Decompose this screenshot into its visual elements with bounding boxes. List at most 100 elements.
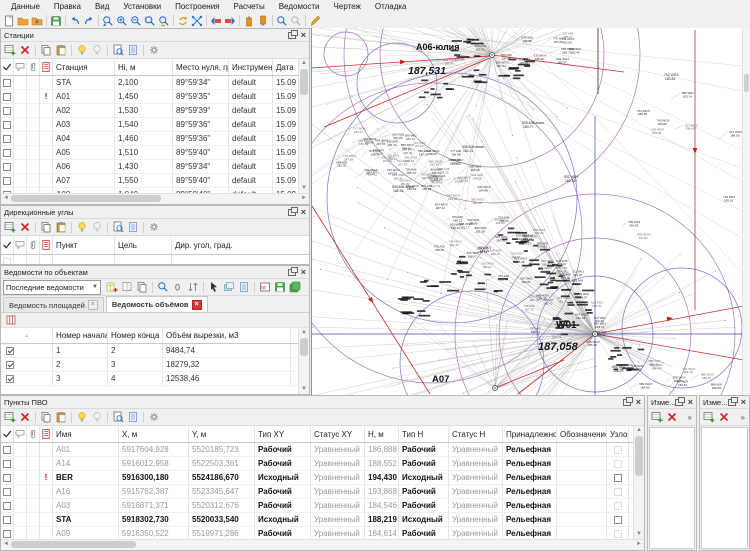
add-row-icon[interactable] (3, 411, 17, 424)
checkbox[interactable] (6, 361, 14, 369)
open-folder-icon[interactable] (16, 14, 30, 27)
row-checkbox[interactable] (1, 146, 14, 159)
menu-item-установки[interactable]: Установки (116, 2, 168, 11)
row-checkbox[interactable] (1, 499, 14, 512)
menu-item-вид[interactable]: Вид (88, 2, 116, 11)
column-header[interactable]: Принадлежность (503, 426, 557, 442)
add-row-icon[interactable] (3, 44, 17, 57)
column-header[interactable]: Тип XY (255, 426, 311, 442)
search-icon[interactable] (275, 14, 289, 27)
table-add-icon[interactable] (105, 281, 119, 294)
checkbox[interactable] (3, 446, 11, 454)
tab-close-icon[interactable]: × (88, 300, 98, 310)
row-checkbox[interactable] (1, 76, 14, 89)
table-row-empty[interactable] (1, 255, 309, 264)
zoom-prev-icon[interactable] (157, 14, 171, 27)
column-header[interactable]: H, м (365, 426, 399, 442)
table-row[interactable]: A035916871,3715520312,676РабочийУравненн… (1, 499, 633, 513)
copy-icon[interactable] (135, 281, 149, 294)
node-checkbox[interactable] (614, 488, 622, 496)
map-vscroll[interactable] (742, 28, 750, 395)
point-node[interactable] (607, 485, 629, 498)
table-row[interactable]: A095916350,5225519971,286РабочийУравненн… (1, 527, 633, 539)
column-header[interactable]: Станция (53, 59, 115, 75)
checkbox[interactable] (3, 107, 11, 115)
table-row[interactable]: STA2,10089°59'34"default15.09 (1, 76, 298, 90)
row-checkbox[interactable] (1, 255, 14, 264)
row-checkbox[interactable] (1, 90, 14, 103)
settings-icon[interactable] (147, 221, 161, 234)
zoom-pointer-icon[interactable] (101, 14, 115, 27)
point-node[interactable] (607, 443, 629, 456)
column-header[interactable]: Статус H (449, 426, 503, 442)
bulb-off-icon[interactable] (90, 221, 104, 234)
column-header[interactable]: Цель (115, 236, 172, 254)
column-header[interactable]: Пункт (53, 236, 115, 254)
points-hscroll[interactable]: ◄► (1, 539, 644, 550)
search-dim-icon[interactable] (289, 14, 303, 27)
sheets-dropdown[interactable]: Последние ведомости ▼ (3, 280, 101, 295)
notes-icon[interactable] (126, 44, 140, 57)
row-checkbox[interactable] (1, 457, 14, 470)
row-checkbox[interactable] (1, 160, 14, 173)
column-header[interactable]: Hi, м (115, 59, 173, 75)
bulb-off-icon[interactable] (90, 411, 104, 424)
column-header[interactable]: Тип H (399, 426, 449, 442)
tab-active[interactable]: Ведомость объёмов× (106, 296, 208, 312)
points-vscroll[interactable]: ▲▼ (633, 426, 644, 539)
save-icon[interactable] (273, 281, 287, 294)
bulb-on-icon[interactable] (75, 44, 89, 57)
table-row[interactable]: A015917604,9285520185,723РабочийУравненн… (1, 443, 633, 457)
node-checkbox[interactable] (614, 446, 622, 454)
tab-close-icon[interactable]: × (192, 300, 202, 310)
zero-icon[interactable]: 0 (171, 281, 185, 294)
row-checkbox[interactable] (1, 527, 14, 539)
point-node[interactable] (607, 513, 629, 526)
check-cell[interactable] (1, 358, 53, 371)
add-row-icon[interactable] (702, 411, 716, 424)
column-header[interactable]: Место нуля, град (173, 59, 229, 75)
column-header[interactable]: Статус XY (311, 426, 365, 442)
zoom-window-icon[interactable] (143, 14, 157, 27)
menu-item-построения[interactable]: Построения (168, 2, 226, 11)
preview-icon[interactable] (111, 221, 125, 234)
menu-item-расчеты[interactable]: Расчеты (227, 2, 272, 11)
check-cell[interactable] (1, 344, 53, 357)
table-row[interactable]: A145916012,9585522503,361РабочийУравненн… (1, 457, 633, 471)
pointer-icon[interactable] (207, 281, 221, 294)
tab-inactive[interactable]: Ведомость площадей× (3, 297, 104, 312)
map-view[interactable]: A06-юлия187,531W01187,058A07727 W01188.7… (311, 28, 750, 395)
delete-icon[interactable] (18, 221, 32, 234)
float-panel-icon[interactable] (675, 399, 682, 406)
node-checkbox[interactable] (614, 474, 622, 482)
refresh-icon[interactable] (176, 14, 190, 27)
next-icon[interactable] (223, 14, 237, 27)
close-panel-icon[interactable]: × (301, 268, 306, 277)
stations-vscroll[interactable]: ▲▼ (298, 59, 309, 193)
column-header[interactable]: Дир. угол, град. (172, 236, 309, 254)
table-row[interactable]: A071,55089°59'40"default15.09 (1, 174, 298, 188)
column-header[interactable]: Дата (273, 59, 298, 75)
delete-icon[interactable] (18, 411, 32, 424)
copy-icon[interactable] (39, 44, 53, 57)
edit-icon[interactable] (308, 14, 322, 27)
table-row[interactable]: 2318279,32 (1, 358, 298, 372)
column-header[interactable]: Y, м (189, 426, 255, 442)
column-header[interactable]: Имя (53, 426, 119, 442)
column-header[interactable]: Объём вырезки, м3 (163, 328, 291, 343)
table-row[interactable]: STA5918302,7305520033,540ИсходныйУравнен… (1, 513, 633, 527)
menu-item-правка[interactable]: Правка (47, 2, 88, 11)
menu-item-чертеж[interactable]: Чертеж (327, 2, 368, 11)
column-header[interactable]: X, м (119, 426, 189, 442)
checkbox[interactable] (3, 149, 11, 157)
table-row[interactable]: A041,46089°59'36"default15.09 (1, 132, 298, 146)
checkbox[interactable] (3, 79, 11, 87)
row-checkbox[interactable] (1, 443, 14, 456)
sort-icon[interactable] (186, 281, 200, 294)
menu-item-ведомости[interactable]: Ведомости (272, 2, 327, 11)
sheets-vscroll[interactable]: ▲▼ (298, 328, 309, 394)
point-node[interactable] (607, 499, 629, 512)
layer-down-icon[interactable] (256, 14, 270, 27)
float-panel-icon[interactable] (728, 399, 736, 406)
undo-icon[interactable] (68, 14, 82, 27)
